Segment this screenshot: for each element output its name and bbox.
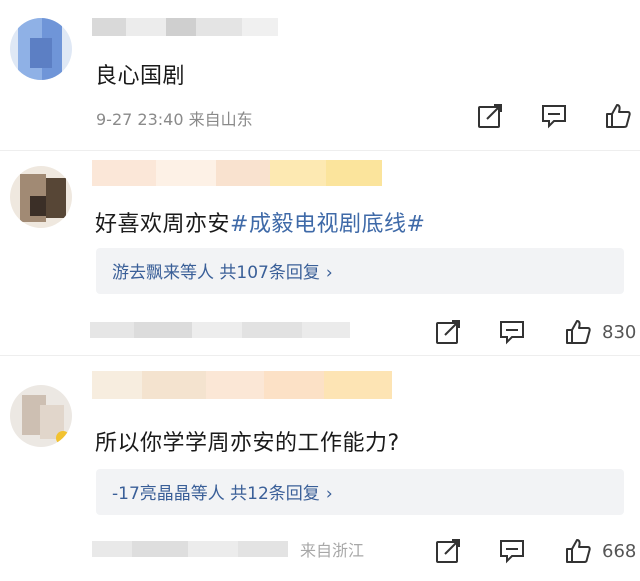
comment-icon: [500, 540, 524, 564]
username-blurred[interactable]: [92, 18, 278, 36]
comment-button[interactable]: [540, 102, 568, 130]
comment-button[interactable]: [498, 537, 526, 565]
like-count: 668: [602, 541, 637, 562]
share-button[interactable]: [434, 318, 462, 346]
like-count: 830: [602, 322, 637, 343]
share-icon: [478, 104, 502, 128]
replies-summary[interactable]: -17亮晶晶等人 共12条回复 ›: [96, 469, 624, 515]
comment-meta-blurred: [92, 541, 288, 557]
comment-text: 良心国剧: [95, 64, 186, 89]
comment-text: 好喜欢周亦安#成毅电视剧底线#: [95, 206, 425, 238]
username-blurred[interactable]: [92, 371, 392, 399]
comment-meta: 9-27 23:40 来自山东: [96, 110, 253, 129]
comment-icon: [542, 105, 566, 129]
share-icon: [436, 539, 460, 563]
replies-label: -17亮晶晶等人 共12条回复: [112, 484, 320, 504]
share-icon: [436, 320, 460, 344]
thumbs-up-icon: [606, 104, 631, 128]
replies-summary[interactable]: 游去飘来等人 共107条回复 ›: [96, 248, 624, 294]
avatar[interactable]: [10, 18, 72, 80]
comment-icon: [500, 321, 524, 345]
like-button[interactable]: [604, 102, 632, 130]
share-button[interactable]: [434, 537, 462, 565]
like-button[interactable]: [564, 537, 592, 565]
thumbs-up-icon: [566, 539, 591, 563]
comment-meta-blurred: [90, 322, 390, 338]
like-button[interactable]: [564, 318, 592, 346]
comment-text: 所以你学学周亦安的工作能力?: [95, 431, 400, 456]
avatar[interactable]: [10, 385, 72, 447]
comment-button[interactable]: [498, 318, 526, 346]
comment-2: 好喜欢周亦安#成毅电视剧底线# 游去飘来等人 共107条回复 › 830: [0, 150, 640, 350]
comment-1: 良心国剧 9-27 23:40 来自山东: [0, 0, 640, 140]
share-button[interactable]: [476, 102, 504, 130]
thumbs-up-icon: [566, 320, 591, 344]
comment-body: 好喜欢周亦安: [95, 212, 231, 237]
replies-label: 游去飘来等人 共107条回复: [112, 263, 320, 283]
comment-3: 所以你学学周亦安的工作能力? -17亮晶晶等人 共12条回复 › 来自浙江 668: [0, 355, 640, 581]
username-blurred[interactable]: [92, 160, 382, 186]
comment-location: 来自浙江: [300, 541, 365, 560]
topic-tag[interactable]: #成毅电视剧底线#: [230, 212, 425, 237]
avatar[interactable]: [10, 166, 72, 228]
chevron-right-icon: ›: [325, 263, 333, 283]
chevron-right-icon: ›: [325, 484, 333, 504]
